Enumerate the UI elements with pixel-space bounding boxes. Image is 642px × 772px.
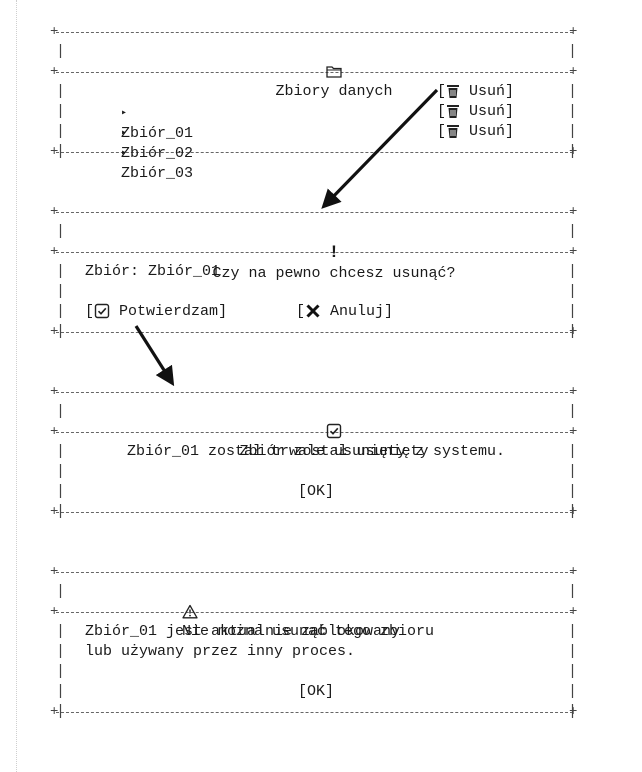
flow-arrows [134,88,439,387]
arrow-confirm-to-success [134,325,175,387]
arrow-delete-to-confirm [321,88,439,209]
